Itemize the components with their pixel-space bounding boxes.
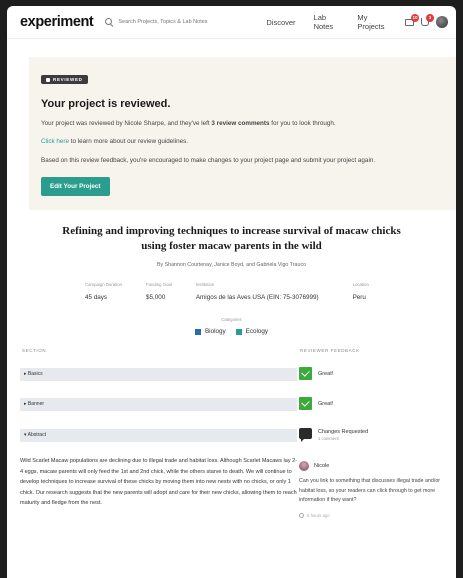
review-comment: Nicole Can you link to something that di… [299,461,449,518]
mail-badge: 10 [411,14,419,22]
edit-project-button[interactable]: Edit Your Project [41,177,110,196]
feedback-banner: Great! [299,397,333,410]
review-guidelines-link[interactable]: Click here [41,138,69,145]
project-title: Refining and improving techniques to inc… [62,225,401,252]
notifications-icon[interactable]: 3 [419,14,434,28]
meta-funding-goal: Funding Goal $5,000 [146,282,172,301]
section-basics[interactable]: ▸ Basics [20,368,297,381]
category-list: Biology Ecology [7,328,456,335]
comment-header: Nicole [299,461,449,471]
category-label: Biology [204,328,226,335]
comment-text: Can you link to something that discusses… [299,478,441,503]
feedback-status: Great! [318,401,334,407]
reviewer-avatar [299,461,309,471]
nav-discover[interactable]: Discover [266,18,295,27]
comment-icon [299,428,312,442]
review-guidelines: Click here to learn more about our revie… [41,137,443,147]
search-bar[interactable] [105,17,249,27]
category-ecology[interactable]: Ecology [235,328,269,335]
user-avatar[interactable] [436,16,448,28]
review-banner: REVIEWED Your project is reviewed. Your … [29,57,456,210]
feedback-comment-count[interactable]: 1 comment [318,436,368,441]
meta-label: Location [352,282,369,287]
comment-time: 6 hours ago [307,512,330,518]
header-icons: 10 3 [401,14,448,28]
feedback-abstract: Changes Requested 1 comment [299,428,368,442]
comment-author: Nicole [314,463,330,469]
feedback-basics: Great! [299,367,333,380]
reviewed-tag-label: REVIEWED [53,77,83,82]
meta-location: Location Peru [353,282,369,301]
review-guidelines-suffix: to learn more about our review guideline… [69,138,189,145]
meta-value[interactable]: Amigos de las Aves USA (EIN: 75-3076999) [196,294,319,301]
meta-duration: Campaign Duration 45 days [85,282,122,301]
section-abstract[interactable]: ▾ Abstract [20,429,297,442]
review-title: Your project is reviewed. [41,98,171,110]
review-summary-suffix: for you to look through. [269,120,336,127]
meta-value: $5,000 [146,294,166,301]
category-biology[interactable]: Biology [194,328,226,335]
feedback-status: Changes Requested [318,429,369,435]
experiment-logo[interactable]: experiment [20,14,94,30]
category-label: Ecology [245,328,269,335]
abstract-text: Wild Scarlet Macaw populations are decli… [20,458,297,506]
section-banner[interactable]: ▸ Banner [20,398,297,411]
ecology-category-icon [235,328,242,335]
categories: Categories Biology Ecology [7,317,456,335]
meta-label: Institution [195,282,215,287]
check-icon [299,367,312,380]
search-input[interactable] [118,19,249,25]
feedback-status: Great! [318,371,334,377]
comment-timestamp: 6 hours ago [299,512,449,518]
nav-my-projects[interactable]: My Projects [357,13,387,31]
top-navigation: experiment Discover Lab Notes My Project… [7,6,456,39]
search-icon [105,17,114,27]
mail-icon[interactable]: 10 [404,14,419,28]
check-icon [299,397,312,410]
notifications-badge: 3 [426,14,434,22]
main-nav: Discover Lab Notes My Projects [248,13,387,31]
tag-icon [46,77,50,82]
meta-institution: Institution Amigos de las Aves USA (EIN:… [196,282,319,301]
meta-value: 45 days [85,294,108,301]
review-summary-prefix: Your project was reviewed by Nicole Shar… [41,120,212,127]
review-summary: Your project was reviewed by Nicole Shar… [41,119,443,129]
review-comment-count: 3 review comments [211,120,270,127]
meta-value: Peru [352,294,366,301]
project-authors: By Shannon Courtenay, Janice Boyd, and G… [156,262,307,268]
biology-category-icon [194,328,201,335]
nav-lab-notes[interactable]: Lab Notes [314,13,340,31]
clock-icon [299,512,304,518]
review-encouragement: Based on this review feedback, you're en… [41,157,376,164]
review-rows: ▸ Basics Great! ▸ Banner Great! ▾ Abstra… [7,353,456,553]
meta-label: Campaign Duration [85,282,123,287]
reviewed-tag: REVIEWED [41,75,88,84]
meta-label: Funding Goal [146,282,172,287]
categories-label: Categories [221,317,242,322]
app-window: experiment Discover Lab Notes My Project… [7,6,456,578]
feedback-status-block: Changes Requested 1 comment [318,429,368,441]
project-meta: Campaign Duration 45 days Funding Goal $… [85,282,456,301]
